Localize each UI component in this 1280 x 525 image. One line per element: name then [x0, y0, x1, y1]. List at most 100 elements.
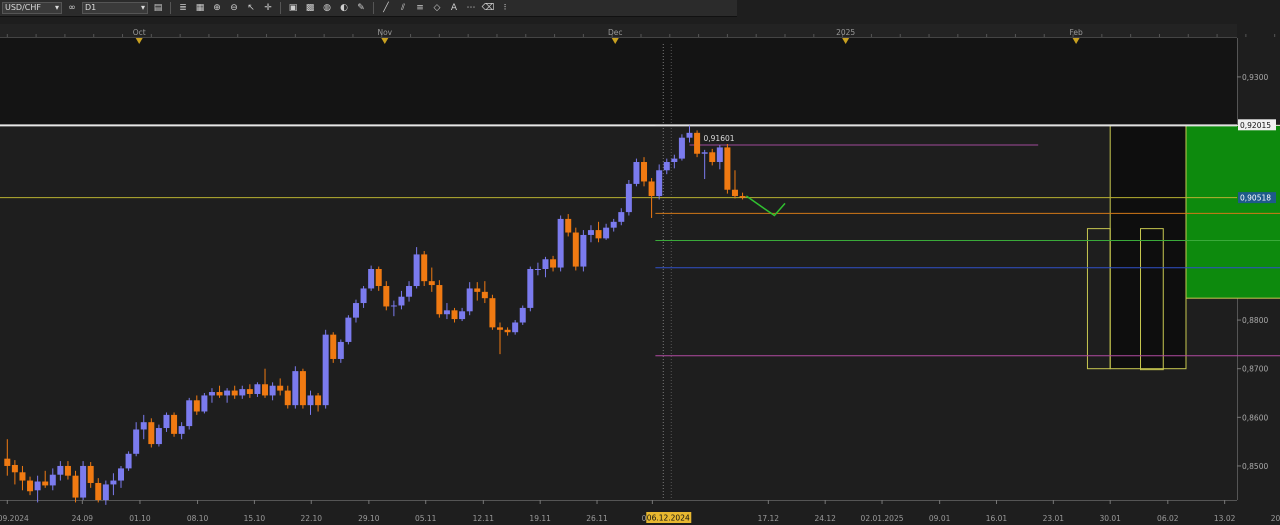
zoom-in-icon[interactable]: ⊕: [210, 2, 224, 14]
candle-body: [504, 329, 511, 333]
swing-high-label: 0,91601: [704, 134, 735, 143]
date-tick-label: 20.02: [1271, 514, 1280, 523]
candle-body: [428, 281, 435, 286]
date-tick-label: 06.02: [1157, 514, 1179, 523]
candle-body: [459, 311, 466, 320]
more-icon[interactable]: ⋯: [464, 2, 478, 14]
yellow-box-tall: [1109, 124, 1187, 370]
indicator-icon[interactable]: ≣: [176, 2, 190, 14]
candle-body: [102, 484, 109, 500]
color-icon[interactable]: ◐: [337, 2, 351, 14]
candle-body: [155, 428, 162, 445]
cursor-icon[interactable]: ↖: [244, 2, 258, 14]
date-tick-label: 16.01: [986, 514, 1008, 523]
text-icon[interactable]: A: [447, 2, 461, 14]
candle-body: [390, 305, 397, 307]
candle-body: [322, 334, 329, 406]
date-tick-label: 05.09.2024: [0, 514, 29, 523]
candle-body: [489, 298, 496, 328]
crosshair-icon[interactable]: ✛: [261, 2, 275, 14]
upper-dark-band: [0, 38, 1237, 126]
candle-body: [216, 392, 223, 396]
candle-body: [201, 395, 208, 412]
date-tick-label: 13.02: [1214, 514, 1236, 523]
toolbar-divider: [373, 2, 374, 14]
candle-body: [443, 310, 450, 315]
candle-body: [269, 385, 276, 396]
candle-body: [80, 465, 87, 498]
candle-body: [315, 395, 322, 406]
candle-body: [262, 384, 269, 396]
candle-body: [466, 288, 473, 312]
candle-body: [307, 395, 314, 406]
fibonacci-icon[interactable]: ≡: [413, 2, 427, 14]
date-tick-label: 29.10: [358, 514, 380, 523]
candle-body: [618, 212, 625, 222]
candle-body: [686, 132, 693, 138]
candle-body: [375, 269, 382, 287]
candle-body: [186, 400, 193, 427]
month-label: Dec: [608, 28, 623, 37]
candle-body: [716, 147, 723, 163]
candle-body: [163, 414, 170, 429]
candle-body: [178, 426, 185, 434]
candle-body: [133, 429, 140, 454]
candle-body: [421, 254, 428, 282]
date-tick-label: 08.10: [187, 514, 209, 523]
month-label: 2025: [836, 28, 855, 37]
pencil-icon[interactable]: ✎: [354, 2, 368, 14]
candle-body: [299, 371, 306, 406]
candle-body: [148, 422, 155, 445]
date-tick-label: 02.01.2025: [861, 514, 904, 523]
candle-body: [701, 152, 708, 154]
candle-body: [565, 218, 572, 233]
candle-body: [641, 162, 648, 182]
candle-body: [4, 458, 11, 466]
candle-body: [694, 132, 701, 154]
candle-body: [633, 162, 640, 184]
candle-body: [572, 232, 579, 267]
price-chart[interactable]: OctNovDec2025FebMar0,85000,86000,87000,8…: [0, 0, 1280, 525]
eraser-icon[interactable]: ⌫: [481, 2, 495, 14]
link-icon[interactable]: ∞: [65, 2, 79, 14]
candle-body: [337, 341, 344, 359]
candle-body: [663, 162, 670, 171]
candle-body: [57, 465, 64, 475]
screenshot-icon[interactable]: ▣: [286, 2, 300, 14]
candle-body: [724, 147, 731, 190]
channel-icon[interactable]: ⫽: [396, 2, 410, 14]
candle-body: [110, 480, 117, 485]
globe-icon[interactable]: ◍: [320, 2, 334, 14]
zoom-out-icon[interactable]: ⊖: [227, 2, 241, 14]
green-target-zone: [1185, 124, 1280, 299]
date-tick-label: 24.09: [72, 514, 94, 523]
candle-body: [95, 482, 102, 500]
toolbar-divider: [280, 2, 281, 14]
template-icon[interactable]: ▦: [193, 2, 207, 14]
candle-body: [451, 310, 458, 320]
candle-body: [603, 227, 610, 239]
candle-body: [519, 307, 526, 323]
date-tick-label: 22.10: [301, 514, 323, 523]
symbol-select[interactable]: USD/CHF ▾: [2, 2, 62, 14]
bar-chart-icon[interactable]: ▤: [151, 2, 165, 14]
more-icon[interactable]: ⁝: [498, 2, 512, 14]
candle-body: [27, 480, 34, 492]
candle-body: [34, 481, 41, 491]
timeframe-select[interactable]: D1 ▾: [82, 2, 148, 14]
candle-body: [557, 218, 564, 268]
grid-icon[interactable]: ▩: [303, 2, 317, 14]
candle-body: [64, 465, 71, 476]
date-tick-label: 01.10: [129, 514, 151, 523]
candle-body: [42, 481, 49, 486]
candle-body: [193, 400, 200, 412]
shapes-icon[interactable]: ◇: [430, 2, 444, 14]
candle-body: [246, 389, 253, 394]
candle-body: [413, 254, 420, 287]
candle-body: [406, 286, 413, 297]
candle-body: [474, 288, 481, 292]
trend-line-icon[interactable]: ╱: [379, 2, 393, 14]
month-label: Nov: [377, 28, 392, 37]
candle-body: [671, 158, 678, 163]
candle-body: [383, 286, 390, 307]
